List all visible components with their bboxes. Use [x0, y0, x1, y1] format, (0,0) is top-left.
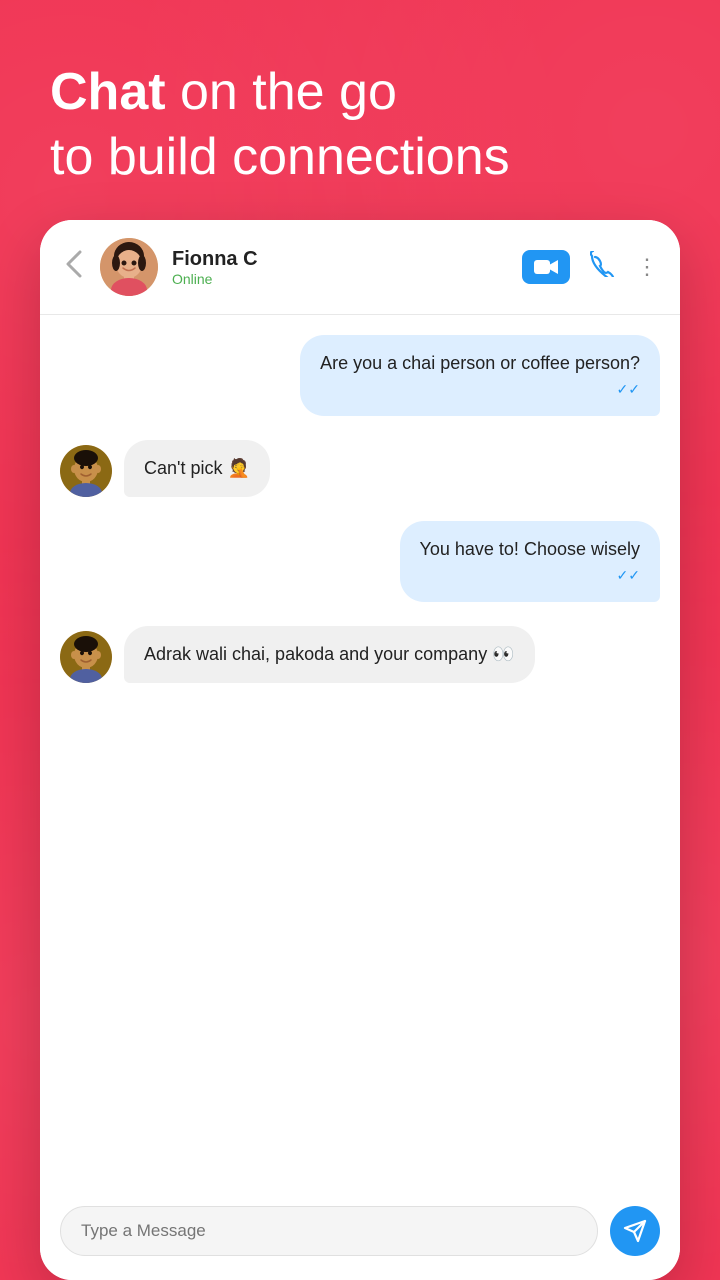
message-input-wrapper[interactable] — [60, 1206, 598, 1256]
contact-name: Fionna C — [172, 248, 522, 271]
send-icon — [623, 1219, 647, 1243]
contact-info: Fionna C Online — [172, 248, 522, 287]
chat-input-area — [40, 1190, 680, 1280]
header-section: Chat on the go to build connections — [0, 0, 720, 220]
topbar-actions: ⋮ — [522, 250, 660, 284]
chat-topbar: Fionna C Online ⋮ — [40, 220, 680, 315]
message-text: You have to! Choose wisely — [420, 539, 640, 559]
table-row: Adrak wali chai, pakoda and your company… — [60, 626, 660, 683]
header-title: Chat on the go to build connections — [50, 60, 670, 190]
message-text: Adrak wali chai, pakoda and your company… — [144, 644, 515, 664]
message-text: Are you a chai person or coffee person? — [320, 353, 640, 373]
send-button[interactable] — [610, 1206, 660, 1256]
message-input[interactable] — [81, 1221, 577, 1241]
back-button[interactable] — [60, 244, 88, 290]
message-bubble-received: Can't pick 🤦 — [124, 440, 270, 497]
table-row: Can't pick 🤦 — [60, 440, 660, 497]
sender-avatar — [60, 445, 112, 497]
contact-avatar — [100, 238, 158, 296]
chat-card: Fionna C Online ⋮ — [40, 220, 680, 1280]
header-rest: on the go — [166, 63, 397, 121]
contact-status: Online — [172, 271, 522, 287]
sender-avatar — [60, 631, 112, 683]
message-bubble-sent: Are you a chai person or coffee person? … — [300, 335, 660, 416]
message-bubble-sent: You have to! Choose wisely ✓✓ — [400, 521, 660, 602]
read-ticks: ✓✓ — [420, 566, 640, 586]
message-text: Can't pick 🤦 — [144, 458, 250, 478]
table-row: Are you a chai person or coffee person? … — [60, 335, 660, 416]
phone-call-button[interactable] — [590, 251, 616, 283]
header-bold: Chat — [50, 63, 166, 121]
read-ticks: ✓✓ — [320, 380, 640, 400]
table-row: You have to! Choose wisely ✓✓ — [60, 521, 660, 602]
chat-messages: Are you a chai person or coffee person? … — [40, 315, 680, 1190]
message-bubble-received: Adrak wali chai, pakoda and your company… — [124, 626, 535, 683]
more-options-button[interactable]: ⋮ — [636, 254, 660, 280]
video-icon — [533, 258, 559, 276]
header-line2: to build connections — [50, 128, 510, 186]
video-call-button[interactable] — [522, 250, 570, 284]
